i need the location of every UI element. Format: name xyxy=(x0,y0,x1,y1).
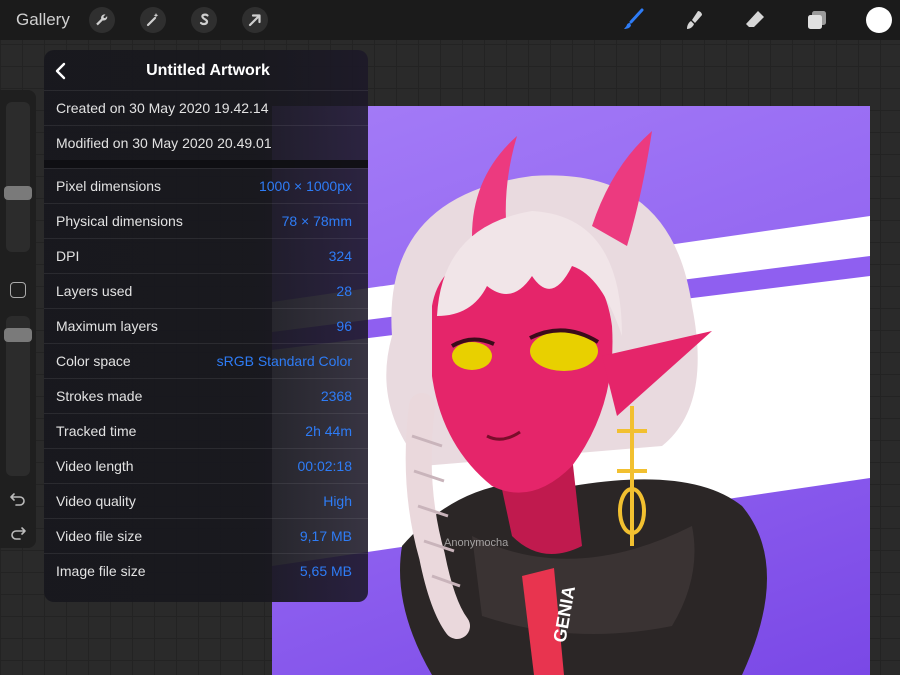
layers-icon[interactable] xyxy=(804,7,830,33)
row-value: High xyxy=(323,493,352,509)
row-label: Video file size xyxy=(56,528,143,544)
info-row-physical-dimensions: Physical dimensions 78 × 78mm xyxy=(44,203,368,238)
row-label: Physical dimensions xyxy=(56,213,183,229)
row-value: 28 xyxy=(336,283,352,299)
brush-icon[interactable] xyxy=(620,7,646,33)
info-row-maximum-layers: Maximum layers 96 xyxy=(44,308,368,343)
transform-arrow-icon[interactable] xyxy=(242,7,268,33)
created-label: Created on 30 May 2020 19.42.14 xyxy=(56,100,269,116)
smudge-icon[interactable] xyxy=(681,7,707,33)
row-label: Color space xyxy=(56,353,131,369)
row-value: sRGB Standard Color xyxy=(216,353,352,369)
row-value: 2368 xyxy=(320,388,352,404)
undo-icon[interactable] xyxy=(9,490,27,508)
row-value: 324 xyxy=(328,248,352,264)
modified-row: Modified on 30 May 2020 20.49.01 xyxy=(44,125,368,160)
color-picker-button[interactable] xyxy=(866,7,892,33)
selection-icon[interactable] xyxy=(191,7,217,33)
modified-label: Modified on 30 May 2020 20.49.01 xyxy=(56,135,272,151)
info-row-layers-used: Layers used 28 xyxy=(44,273,368,308)
row-label: Maximum layers xyxy=(56,318,158,334)
info-row-video-length: Video length 00:02:18 xyxy=(44,448,368,483)
row-label: Video quality xyxy=(56,493,136,509)
left-sidebar xyxy=(0,90,36,548)
magic-wand-icon[interactable] xyxy=(140,7,166,33)
row-value: 96 xyxy=(336,318,352,334)
gallery-button[interactable]: Gallery xyxy=(16,10,70,30)
row-label: Tracked time xyxy=(56,423,137,439)
row-value: 00:02:18 xyxy=(297,458,353,474)
info-row-image-file-size: Image file size 5,65 MB xyxy=(44,553,368,588)
artwork-info-panel: Untitled Artwork Created on 30 May 2020 … xyxy=(44,50,368,602)
wrench-icon[interactable] xyxy=(89,7,115,33)
row-value: 2h 44m xyxy=(305,423,352,439)
eraser-icon[interactable] xyxy=(742,7,768,33)
row-value: 78 × 78mm xyxy=(281,213,352,229)
info-row-tracked-time: Tracked time 2h 44m xyxy=(44,413,368,448)
row-value: 9,17 MB xyxy=(299,528,352,544)
info-row-video-quality: Video quality High xyxy=(44,483,368,518)
row-label: Layers used xyxy=(56,283,133,299)
brush-size-slider[interactable] xyxy=(6,102,30,252)
info-row-color-space: Color space sRGB Standard Color xyxy=(44,343,368,378)
brush-size-thumb[interactable] xyxy=(4,186,32,200)
row-label: Video length xyxy=(56,458,134,474)
panel-header: Untitled Artwork xyxy=(44,50,368,92)
info-row-strokes-made: Strokes made 2368 xyxy=(44,378,368,413)
row-label: Image file size xyxy=(56,563,146,579)
row-value: 1000 × 1000px xyxy=(258,178,352,194)
modify-button[interactable] xyxy=(10,282,26,298)
opacity-thumb[interactable] xyxy=(4,328,32,342)
row-label: Pixel dimensions xyxy=(56,178,162,194)
info-row-video-file-size: Video file size 9,17 MB xyxy=(44,518,368,553)
info-row-dpi: DPI 324 xyxy=(44,238,368,273)
section-divider xyxy=(44,160,368,168)
created-row: Created on 30 May 2020 19.42.14 xyxy=(44,90,368,125)
redo-icon[interactable] xyxy=(9,524,27,542)
row-value: 5,65 MB xyxy=(299,563,352,579)
artwork-title: Untitled Artwork xyxy=(146,62,270,79)
top-toolbar: Gallery xyxy=(0,0,900,40)
row-label: DPI xyxy=(56,248,80,264)
info-row-pixel-dimensions: Pixel dimensions 1000 × 1000px xyxy=(44,168,368,203)
row-label: Strokes made xyxy=(56,388,143,404)
artwork-watermark: Anonymocha xyxy=(444,537,509,549)
